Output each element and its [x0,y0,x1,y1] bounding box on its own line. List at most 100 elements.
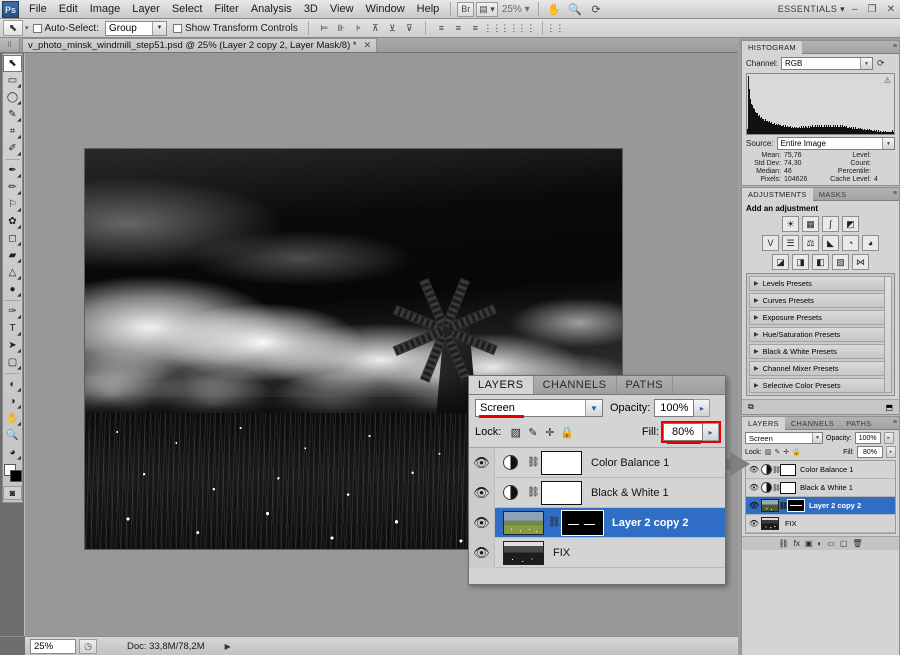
layer-row-color-balance-1[interactable]: 👁 ⛓ Color Balance 1 [469,447,725,478]
rectangular-marquee-tool[interactable]: ▭ ◢ [3,72,22,89]
align-right-edges-icon[interactable]: ⊧ [351,21,366,36]
preset-curves[interactable]: ▶ Curves Presets [749,293,892,308]
auto-select-scope-select[interactable]: Group ▼ [105,20,167,36]
mask-thumbnail[interactable] [541,450,582,475]
menu-window[interactable]: Window [360,1,411,17]
path-selection-tool[interactable]: ➤ ◢ [3,337,22,354]
preset-hue-saturation[interactable]: ▶ Hue/Saturation Presets [749,327,892,342]
hand-tool[interactable]: ✋ ◢ [3,410,22,427]
pen-tool[interactable]: ✑ ◢ [3,303,22,320]
eye-icon[interactable]: 👁 [747,501,761,510]
eyedropper-tool[interactable]: ✐ ◢ [3,140,22,157]
mask-thumbnail[interactable] [780,481,796,494]
curves-icon[interactable]: ∫ [822,216,839,232]
mask-thumbnail[interactable] [780,463,796,476]
align-top-edges-icon[interactable]: ⊼ [368,21,383,36]
clip-to-layer-icon[interactable]: ⧉ [748,402,754,412]
distribute-horizontal-centers-icon[interactable]: ⋮⋮ [500,21,518,36]
blend-mode-select[interactable]: Screen ▼ [745,432,823,444]
posterize-icon[interactable]: ◨ [792,254,809,270]
crop-tool[interactable]: ⌗ ◢ [3,123,22,140]
eye-icon[interactable]: 👁 [469,537,495,568]
selective-color-icon[interactable]: ⋈ [852,254,869,270]
tab-channels[interactable]: CHANNELS [785,417,840,430]
hand-tool-icon[interactable]: ✋ [546,2,563,17]
close-button[interactable]: ✕ [882,4,900,15]
document-tab[interactable]: v_photo_minsk_windmill_step51.psd @ 25% … [22,38,378,52]
gradient-map-icon[interactable]: ▨ [832,254,849,270]
rotate-view-icon[interactable]: ⟳ [588,2,605,17]
tab-paths[interactable]: PATHS [617,376,674,394]
preset-channel-mixer[interactable]: ▶ Channel Mixer Presets [749,361,892,376]
color-swatches[interactable] [4,464,23,484]
align-vertical-centers-icon[interactable]: ⊻ [385,21,400,36]
tab-layers[interactable]: LAYERS [742,416,785,430]
workspace-selector[interactable]: ESSENTIALS ▾ [778,4,847,15]
eraser-tool[interactable]: ◻ ◢ [3,230,22,247]
lock-all-icon[interactable]: 🔒 [558,425,575,440]
align-bottom-edges-icon[interactable]: ⊽ [402,21,417,36]
blur-tool[interactable]: △ ◢ [3,264,22,281]
distribute-bottom-edges-icon[interactable]: ≡ [468,21,483,36]
link-mask-icon[interactable]: ⛓ [548,517,561,528]
preset-levels[interactable]: ▶ Levels Presets [749,276,892,291]
preset-exposure[interactable]: ▶ Exposure Presets [749,310,892,325]
menu-3d[interactable]: 3D [298,1,324,17]
tab-grip-handle[interactable]: ⠿ [0,38,20,52]
black-and-white-icon[interactable]: ◣ [822,235,839,251]
layers-panel-callout[interactable]: LAYERS CHANNELS PATHS Screen ▼ Opacity: … [468,375,726,585]
refresh-icon[interactable]: ⟳ [877,58,885,69]
history-brush-tool[interactable]: ✿ ◢ [3,213,22,230]
color-picker-tool[interactable]: ◕ ◢ [3,444,22,461]
eye-icon[interactable]: 👁 [469,447,495,478]
adjustment-thumbnail[interactable] [761,464,772,475]
layer-mask-thumbnail[interactable] [787,499,805,512]
exposure-icon[interactable]: ◩ [842,216,859,232]
distribute-left-edges-icon[interactable]: ⋮⋮ [483,21,501,36]
lock-position-icon[interactable]: ✛ [783,448,789,456]
cached-data-warning-icon[interactable]: ⚠ [884,76,891,85]
preset-black-and-white[interactable]: ▶ Black & White Presets [749,344,892,359]
spot-healing-brush-tool[interactable]: ✒ ◢ [3,162,22,179]
levels-icon[interactable]: ▦ [802,216,819,232]
preset-selective-color[interactable]: ▶ Selective Color Presets [749,378,892,393]
brush-tool[interactable]: ✏ ◢ [3,179,22,196]
rectangle-tool[interactable]: ▢ ◢ [3,354,22,371]
clone-stamp-tool[interactable]: ⚐ ◢ [3,196,22,213]
tool-preset-chevron-icon[interactable]: ▾ [23,24,33,32]
tab-paths[interactable]: PATHS [840,417,877,430]
link-mask-icon[interactable]: ⛓ [527,487,540,498]
status-menu-arrow-icon[interactable]: ▶ [225,642,231,651]
arrange-documents-icon[interactable]: ▤ ▾ [476,1,498,17]
vibrance-icon[interactable]: V [762,235,779,251]
zoom-tool-icon[interactable]: 🔍 [567,2,584,17]
new-layer-icon[interactable]: ▢ [840,539,848,548]
eye-icon[interactable]: 👁 [469,507,495,538]
layer-row-fix[interactable]: 👁 FIX [746,515,895,533]
channel-mixer-icon[interactable]: ◕ [862,235,879,251]
menu-layer[interactable]: Layer [126,1,166,17]
hue-saturation-icon[interactable]: ☰ [782,235,799,251]
channel-select[interactable]: RGB ▼ [781,57,874,70]
tab-histogram[interactable]: HISTOGRAM [742,40,802,54]
distribute-right-edges-icon[interactable]: ⋮⋮ [517,21,535,36]
tab-layers[interactable]: LAYERS [469,376,534,394]
brightness-contrast-icon[interactable]: ☀ [782,216,799,232]
minimize-button[interactable]: – [847,4,863,15]
gradient-tool[interactable]: ▰ ◢ [3,247,22,264]
move-tool-icon[interactable]: ⬉ [3,20,23,36]
auto-select-checkbox[interactable] [32,23,42,33]
tab-masks[interactable]: MASKS [813,188,853,201]
layer-row-black-and-white-1[interactable]: 👁 ⛓ Black & White 1 [469,477,725,508]
layer-thumbnail[interactable] [503,540,544,565]
new-group-icon[interactable]: ▭ [827,539,835,548]
threshold-icon[interactable]: ◧ [812,254,829,270]
lock-transparent-pixels-icon[interactable]: ▨ [765,448,772,456]
layer-thumbnail[interactable] [761,499,779,512]
source-select[interactable]: Entire Image ▼ [776,137,895,150]
add-layer-mask-icon[interactable]: ▣ [805,539,813,548]
opacity-slider-arrow-icon[interactable]: ▸ [883,432,894,444]
panel-menu-icon[interactable]: ≡ [893,43,897,50]
blend-mode-select[interactable]: Screen ▼ [475,399,603,418]
panel-menu-icon[interactable]: ≡ [893,190,897,197]
